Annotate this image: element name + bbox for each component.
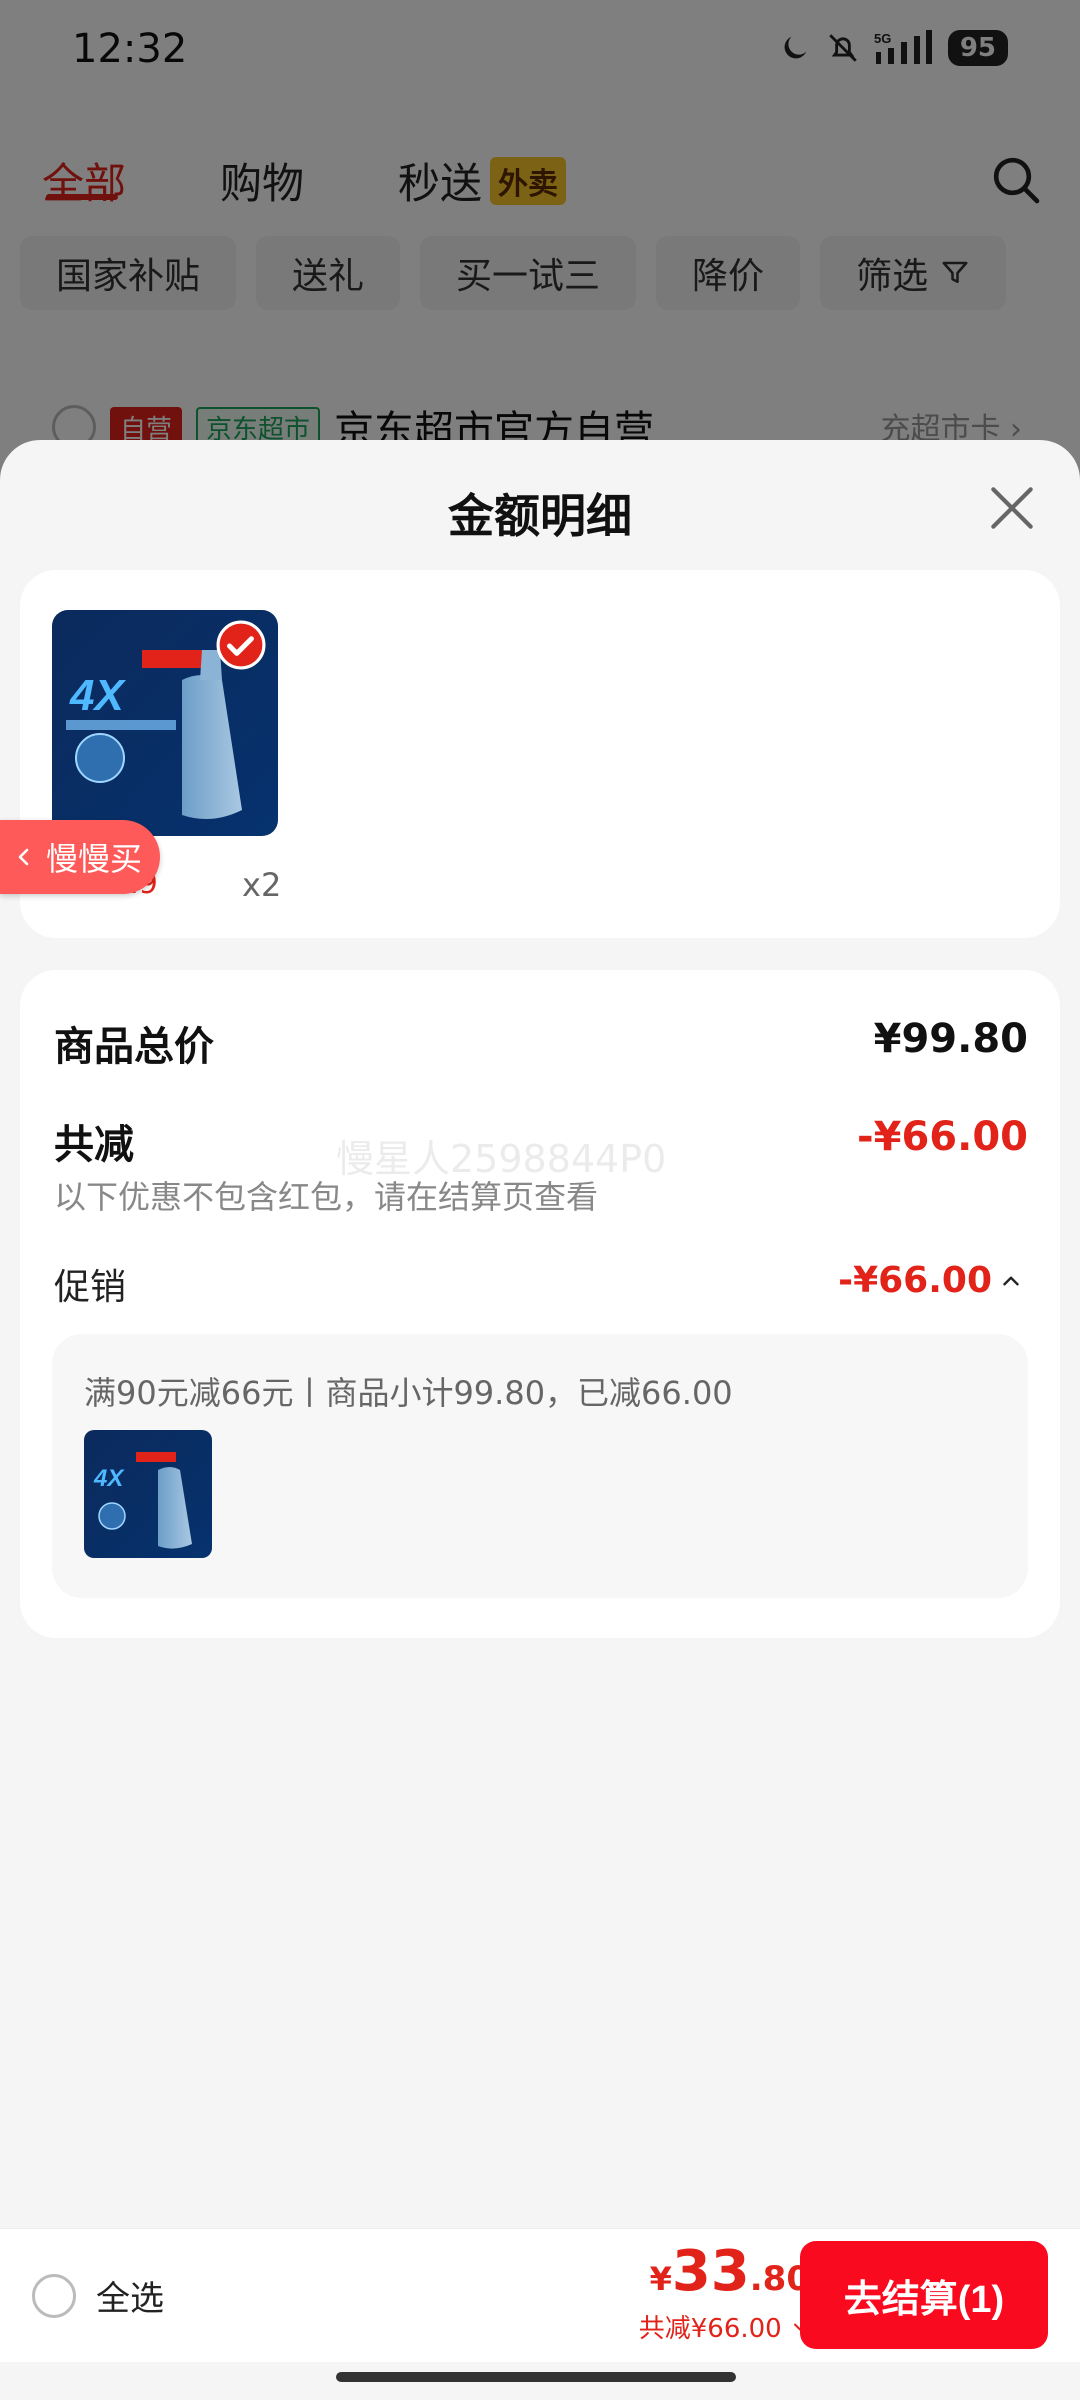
select-all-label: 全选 [96,2279,164,2319]
total-price-label: 商品总价 [54,1024,214,1070]
total-integer: 33 [671,2239,750,2304]
price-summary-card: 商品总价 ¥99.80 慢星人2598844P0 共减 -¥66.00 以下优惠… [20,970,1060,1638]
home-indicator[interactable] [336,2372,736,2382]
select-all-radio[interactable] [32,2273,76,2318]
cart-page: 12:32 5G 95 全部 购物 秒送外卖 国家补贴 送礼 买一试三 降价 筛… [0,0,1080,2400]
promo-toggle[interactable]: -¥66.00 [838,1260,1024,1301]
promo-product-thumbnail[interactable]: 4X [84,1430,212,1558]
svg-text:4X: 4X [69,671,126,720]
select-all[interactable]: 全选 [32,2271,164,2320]
slow-buy-float-button[interactable]: 慢慢买 [0,820,160,894]
total-currency: ¥ [649,2260,672,2298]
slow-buy-label: 慢慢买 [46,840,143,878]
svg-text:4X: 4X [93,1465,125,1492]
discount-label: 共减 [54,1122,134,1168]
discount-note: 以下优惠不包含红包，请在结算页查看 [54,1178,599,1216]
chevron-up-icon [1003,1276,1019,1285]
total-discount: 共减¥66.00 [638,2314,782,2344]
product-quantity: x2 [242,866,282,904]
sheet-title: 金额明细 [448,489,632,543]
amount-detail-sheet: 金额明细 4X ¥16.9 [0,440,1080,2400]
bottom-bar: 全选 ¥33.80 共减¥66.00 去结算(1) [0,2228,1080,2362]
promo-detail-box: 满90元减66元丨商品小计99.80，已减66.00 4X [52,1334,1028,1598]
total-area: ¥33.80 共减¥66.00 [639,2239,810,2345]
close-icon[interactable] [984,480,1040,536]
selected-check-icon [216,620,266,670]
chevron-left-icon [18,848,29,866]
promo-label: 促销 [54,1267,127,1308]
total-price-value: ¥99.80 [873,1016,1028,1062]
product-card: 4X ¥16.9 x2 [20,570,1060,938]
checkout-button[interactable]: 去结算(1) [800,2241,1048,2349]
discount-value: -¥66.00 [857,1114,1028,1160]
promo-value: -¥66.00 [838,1260,992,1301]
total-discount-toggle[interactable]: 共减¥66.00 [639,2308,810,2345]
total-amount: ¥33.80 [639,2239,810,2304]
promo-detail-text: 满90元减66元丨商品小计99.80，已减66.00 [84,1374,733,1412]
